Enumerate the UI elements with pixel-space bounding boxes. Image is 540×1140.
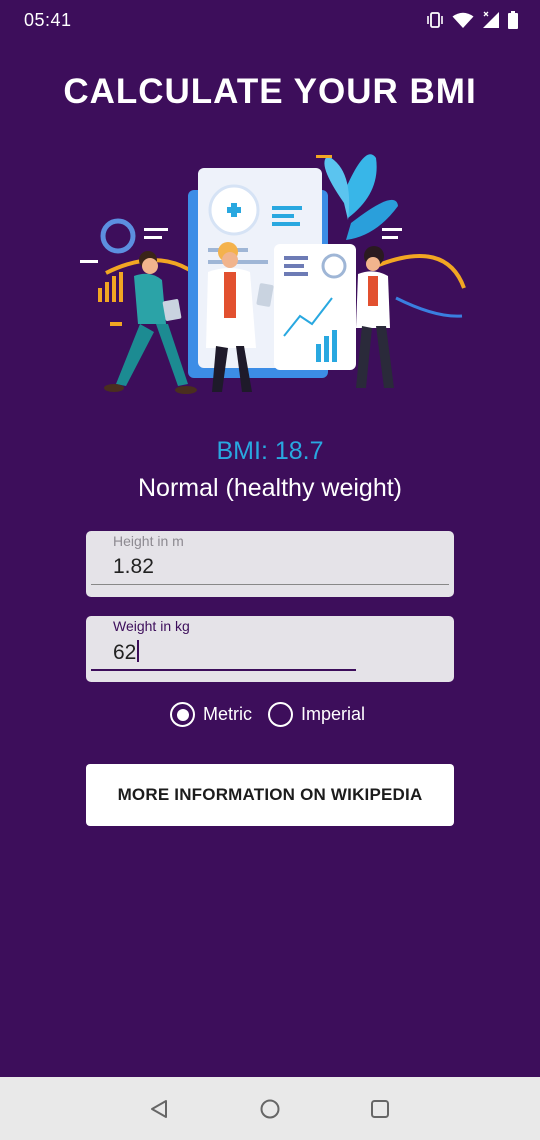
radio-imperial-label[interactable]: Imperial [301,704,365,725]
navigation-bar [0,1077,540,1140]
status-bar: 05:41 [0,0,540,40]
wikipedia-button[interactable]: MORE INFORMATION ON WIKIPEDIA [86,764,454,826]
weight-field-underline [91,669,356,671]
text-caret [137,640,140,662]
unit-radio-group: Metric Imperial [170,702,365,727]
height-field[interactable]: Height in m 1.82 [86,531,454,597]
radio-metric-label[interactable]: Metric [203,704,252,725]
radio-selected-icon[interactable] [170,702,195,727]
weight-field-label: Weight in kg [113,618,190,634]
radio-dot [176,708,189,721]
radio-metric[interactable]: Metric [170,702,252,727]
home-icon[interactable] [258,1097,282,1121]
height-field-value[interactable]: 1.82 [113,555,154,579]
height-field-label: Height in m [113,533,184,549]
back-icon[interactable] [147,1097,171,1121]
battery-icon [508,11,518,29]
status-time: 05:41 [24,9,72,30]
radio-unselected-icon[interactable] [268,702,293,727]
vibrate-icon [426,12,444,28]
recents-icon[interactable] [368,1097,392,1121]
doctors-illustration [76,148,468,406]
weight-field-value-wrap[interactable]: 62 [113,640,140,665]
height-field-underline [91,584,449,585]
radio-imperial[interactable]: Imperial [268,702,365,727]
wifi-icon [452,12,474,29]
page-title: CALCULATE YOUR BMI [63,72,477,111]
status-icons [426,11,518,29]
signal-icon [482,11,500,29]
weight-field[interactable]: Weight in kg 62 [86,616,454,682]
bmi-category: Normal (healthy weight) [138,474,402,502]
weight-field-value[interactable]: 62 [113,641,136,664]
bmi-value: BMI: 18.7 [216,437,324,465]
